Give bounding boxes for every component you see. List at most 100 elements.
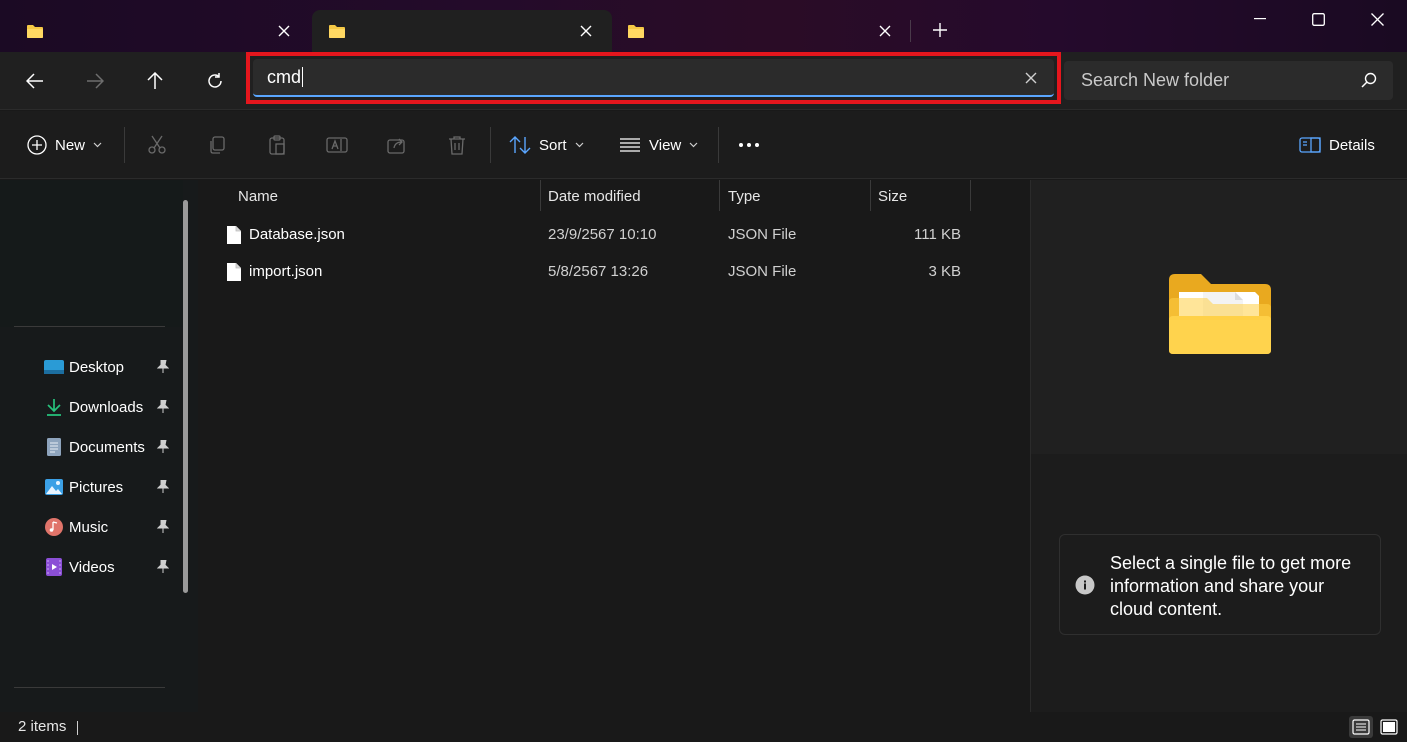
new-button[interactable]: New [27, 133, 102, 157]
column-header-size[interactable]: Size [878, 180, 907, 212]
paste-button[interactable] [265, 133, 289, 157]
tab-separator [910, 20, 911, 42]
pin-icon[interactable] [157, 360, 169, 373]
large-icons-view-icon [1380, 719, 1398, 735]
column-separator[interactable] [719, 180, 720, 211]
copy-icon [207, 135, 227, 155]
pin-icon[interactable] [157, 480, 169, 493]
add-icon [27, 135, 47, 155]
chevron-down-icon [575, 142, 584, 148]
search-input[interactable]: Search New folder [1064, 61, 1393, 100]
cut-button[interactable] [145, 133, 169, 157]
new-tab-button[interactable] [928, 18, 952, 42]
delete-button[interactable] [445, 133, 469, 157]
cut-icon [147, 135, 167, 155]
file-size: 111 KB [914, 226, 961, 243]
file-date: 5/8/2567 13:26 [548, 263, 649, 280]
toolbar-divider [490, 127, 491, 163]
tab-1[interactable] [10, 10, 310, 52]
up-button[interactable] [140, 66, 170, 96]
view-icon [619, 137, 641, 153]
refresh-button[interactable] [200, 66, 230, 96]
pin-icon[interactable] [157, 520, 169, 533]
copy-button[interactable] [205, 133, 229, 157]
sidebar-item-desktop[interactable]: Desktop [44, 354, 184, 380]
sort-label: Sort [539, 136, 567, 154]
folder-icon [627, 24, 645, 39]
status-separator [77, 721, 78, 735]
text-caret [302, 67, 304, 87]
tiles-view-toggle[interactable] [1377, 716, 1401, 738]
view-label: View [649, 136, 682, 154]
sidebar-item-label: Desktop [69, 358, 125, 376]
tab-2[interactable] [312, 10, 612, 52]
new-label: New [55, 136, 86, 154]
details-label: Details [1329, 136, 1375, 154]
address-row: cmd Search New folder [0, 52, 1407, 110]
sidebar-item-videos[interactable]: Videos [44, 554, 184, 580]
details-view-toggle[interactable] [1349, 716, 1373, 738]
file-icon [226, 225, 242, 245]
view-button[interactable]: View [619, 133, 698, 157]
column-separator[interactable] [870, 180, 871, 211]
folder-icon [328, 24, 346, 39]
maximize-button[interactable] [1304, 6, 1332, 32]
folder-icon [1167, 272, 1273, 356]
command-bar: New Sort View Details [0, 111, 1407, 179]
sidebar-item-label: Pictures [69, 478, 124, 496]
sidebar-item-documents[interactable]: Documents [44, 434, 184, 460]
chevron-down-icon [689, 142, 698, 148]
share-icon [387, 135, 407, 155]
column-header-date[interactable]: Date modified [548, 180, 641, 212]
column-date-label: Date modified [548, 187, 641, 205]
search-icon[interactable] [1361, 72, 1377, 88]
status-bar: 2 items [0, 712, 1407, 742]
close-icon[interactable] [875, 21, 895, 41]
details-preview [1031, 180, 1407, 454]
sidebar-divider [14, 326, 165, 327]
sort-icon [509, 136, 531, 154]
details-info-card: Select a single file to get more informa… [1059, 534, 1381, 635]
address-input[interactable]: cmd [253, 59, 1054, 97]
sidebar-scrollbar[interactable] [183, 200, 188, 593]
more-icon [738, 142, 760, 148]
minimize-button[interactable] [1246, 6, 1274, 32]
pictures-icon [44, 477, 64, 497]
share-button[interactable] [385, 133, 409, 157]
close-window-button[interactable] [1363, 6, 1391, 32]
table-row[interactable]: Database.json 23/9/2567 10:10 JSON File … [199, 220, 979, 250]
back-button[interactable] [20, 66, 50, 96]
chevron-down-icon [93, 142, 102, 148]
sidebar-divider [14, 687, 165, 688]
column-header-name[interactable]: Name [238, 180, 278, 212]
clear-icon[interactable] [1022, 69, 1040, 87]
sort-button[interactable]: Sort [509, 133, 584, 157]
column-separator[interactable] [970, 180, 971, 211]
file-icon [226, 262, 242, 282]
file-name: Database.json [249, 226, 345, 243]
search-placeholder: Search New folder [1081, 70, 1230, 90]
rename-button[interactable] [325, 133, 349, 157]
table-row[interactable]: import.json 5/8/2567 13:26 JSON File 3 K… [199, 257, 979, 287]
pin-icon[interactable] [157, 560, 169, 573]
sidebar-item-music[interactable]: Music [44, 514, 184, 540]
toolbar-divider [718, 127, 719, 163]
sidebar-item-downloads[interactable]: Downloads [44, 394, 184, 420]
details-button[interactable]: Details [1299, 133, 1375, 157]
sidebar-item-pictures[interactable]: Pictures [44, 474, 184, 500]
forward-button[interactable] [80, 66, 110, 96]
pin-icon[interactable] [157, 400, 169, 413]
pin-icon[interactable] [157, 440, 169, 453]
tab-3[interactable] [611, 10, 911, 52]
more-options-button[interactable] [738, 133, 760, 157]
column-name-label: Name [238, 187, 279, 205]
column-header-type[interactable]: Type [728, 180, 761, 212]
close-icon[interactable] [576, 21, 596, 41]
info-icon [1075, 575, 1095, 595]
column-separator[interactable] [540, 180, 541, 211]
sidebar-item-label: Documents [69, 438, 145, 456]
videos-icon [44, 557, 64, 577]
folder-icon [26, 24, 44, 39]
address-value: cmd [267, 66, 302, 87]
close-icon[interactable] [274, 21, 294, 41]
